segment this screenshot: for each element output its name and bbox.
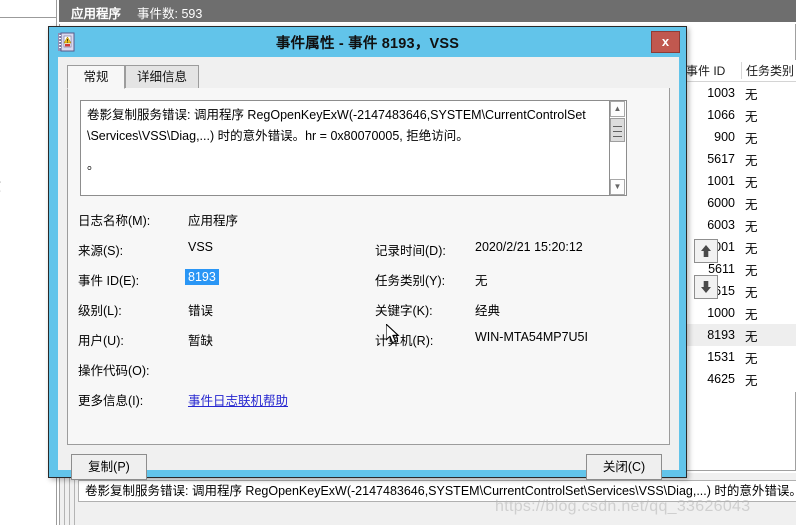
previous-event-button[interactable] xyxy=(694,239,718,263)
event-log-online-help-link[interactable]: 事件日志联机帮助 xyxy=(188,390,288,409)
cell-event-id: 6000 xyxy=(707,196,735,210)
cell-event-id: 1001 xyxy=(707,174,735,188)
table-row[interactable]: 1000 无 xyxy=(682,302,796,324)
field-value-log-name: 应用程序 xyxy=(188,214,239,228)
cell-event-id: 1531 xyxy=(707,350,735,364)
cell-task-category: 无 xyxy=(745,307,758,322)
column-header-row: 事件 ID 任务类别 xyxy=(682,60,796,82)
scrollbar-thumb[interactable] xyxy=(610,118,625,142)
dialog-body: 常规 详细信息 卷影复制服务错误: 调用程序 RegOpenKeyExW(-21… xyxy=(58,57,679,480)
field-value-source: VSS xyxy=(188,240,214,254)
table-row[interactable]: 1531 无 xyxy=(682,346,796,368)
table-row[interactable]: 5617 无 xyxy=(682,148,796,170)
field-value-level: 错误 xyxy=(188,304,214,318)
field-value-logged: 2020/2/21 15:20:12 xyxy=(475,240,583,254)
table-row[interactable]: 1066 无 xyxy=(682,104,796,126)
cell-task-category: 无 xyxy=(745,131,758,146)
table-row[interactable]: 900 无 xyxy=(682,126,796,148)
field-label-more-info: 更多信息(I): xyxy=(78,394,144,408)
message-line-2: \Services\VSS\Diag,...) 时的意外错误。hr = 0x80… xyxy=(87,129,469,143)
preview-pane: 卷影复制服务错误: 调用程序 RegOpenKeyExW(-2147483646… xyxy=(59,473,796,525)
scroll-up-icon[interactable]: ▲ xyxy=(610,101,625,117)
cell-task-category: 无 xyxy=(745,153,758,168)
event-properties-dialog: 事件属性 - 事件 8193，VSS x 常规 详细信息 卷影复制服务错误: 调… xyxy=(48,26,718,480)
list-header-bar: 应用程序 事件数: 593 xyxy=(59,0,796,22)
close-icon[interactable]: x xyxy=(651,31,680,53)
field-label-source: 来源(S): xyxy=(78,244,124,258)
event-message-box[interactable]: 卷影复制服务错误: 调用程序 RegOpenKeyExW(-2147483646… xyxy=(80,100,610,196)
cell-task-category: 无 xyxy=(745,373,758,388)
field-label-computer: 计算机(R): xyxy=(375,334,434,348)
table-row[interactable]: 6000 无 xyxy=(682,192,796,214)
table-row[interactable]: 1003 无 xyxy=(682,82,796,104)
field-value-computer: WIN-MTA54MP7U5I xyxy=(475,330,588,344)
preview-text: 卷影复制服务错误: 调用程序 RegOpenKeyExW(-2147483646… xyxy=(78,480,796,502)
tabstrip: 常规 详细信息 xyxy=(67,65,670,89)
cell-event-id: 4625 xyxy=(707,372,735,386)
cell-task-category: 无 xyxy=(745,263,758,278)
tab-general[interactable]: 常规 xyxy=(67,65,125,89)
pane-divider-3 xyxy=(74,473,75,525)
field-label-level: 级别(L): xyxy=(78,304,122,318)
cell-task-category: 无 xyxy=(745,219,758,234)
field-label-user: 用户(U): xyxy=(78,334,124,348)
cell-event-id: 5617 xyxy=(707,152,735,166)
dialog-titlebar[interactable]: 事件属性 - 事件 8193，VSS x xyxy=(49,27,686,57)
dialog-title: 事件属性 - 事件 8193，VSS xyxy=(275,36,460,52)
cell-event-id: 1066 xyxy=(707,108,735,122)
cell-task-category: 无 xyxy=(745,351,758,366)
event-list-columns[interactable]: 事件 ID 任务类别 1003 无 1066 无 900 无 5617 无 1001 无 6000 无… xyxy=(682,60,796,392)
cell-event-id: 1000 xyxy=(707,306,735,320)
cell-event-id: 5611 xyxy=(708,262,735,276)
message-line-1: 卷影复制服务错误: 调用程序 RegOpenKeyExW(-2147483646… xyxy=(87,108,586,122)
cell-event-id: 1003 xyxy=(707,86,735,100)
tab-panel-general: 卷影复制服务错误: 调用程序 RegOpenKeyExW(-2147483646… xyxy=(67,88,670,445)
next-event-button[interactable] xyxy=(694,275,718,299)
field-label-event-id: 事件 ID(E): xyxy=(78,274,140,288)
message-line-3: 。 xyxy=(87,158,100,172)
table-row[interactable]: 6003 无 xyxy=(682,214,796,236)
tree-node-label-partial[interactable]: 志 xyxy=(0,176,1,195)
arrow-up-icon xyxy=(701,245,711,257)
field-label-logged: 记录时间(D): xyxy=(375,244,446,258)
cell-task-category: 无 xyxy=(745,241,758,256)
scroll-down-icon[interactable]: ▼ xyxy=(610,179,625,195)
table-row[interactable]: 8193 无 xyxy=(682,324,796,346)
event-rows: 1003 无 1066 无 900 无 5617 无 1001 无 6000 无 6003 无 1001 无 5… xyxy=(682,82,796,390)
left-panel-top xyxy=(0,0,57,18)
cell-task-category: 无 xyxy=(745,175,758,190)
table-row[interactable]: 4625 无 xyxy=(682,368,796,390)
close-button[interactable]: 关闭(C) xyxy=(586,454,662,480)
cell-task-category: 无 xyxy=(745,329,758,344)
column-header-event-id[interactable]: 事件 ID xyxy=(682,62,742,79)
cell-task-category: 无 xyxy=(745,197,758,212)
arrow-down-icon xyxy=(701,281,711,293)
copy-button[interactable]: 复制(P) xyxy=(71,454,147,480)
field-value-keywords: 经典 xyxy=(475,304,501,318)
field-value-task-category: 无 xyxy=(475,274,488,288)
table-row[interactable]: 1001 无 xyxy=(682,170,796,192)
pane-divider-1 xyxy=(64,473,65,525)
tab-details[interactable]: 详细信息 xyxy=(125,65,199,89)
cell-task-category: 无 xyxy=(745,285,758,300)
column-header-task-category[interactable]: 任务类别 xyxy=(742,62,796,79)
cell-task-category: 无 xyxy=(745,109,758,124)
cell-event-id: 900 xyxy=(714,130,735,144)
cell-event-id: 8193 xyxy=(707,328,735,342)
log-name-title: 应用程序 xyxy=(71,7,122,21)
field-value-event-id[interactable]: 8193 xyxy=(185,269,219,285)
event-field-grid: 日志名称(M): 应用程序 来源(S): VSS 事件 ID(E): 8193 … xyxy=(78,210,658,410)
field-label-log-name: 日志名称(M): xyxy=(78,214,151,228)
pane-divider-2 xyxy=(69,473,70,525)
cell-task-category: 无 xyxy=(745,87,758,102)
field-label-keywords: 关键字(K): xyxy=(375,304,433,318)
field-value-user: 暂缺 xyxy=(188,334,214,348)
message-scrollbar[interactable]: ▲ ▼ xyxy=(610,100,627,196)
field-label-opcode: 操作代码(O): xyxy=(78,364,150,378)
cell-event-id: 6003 xyxy=(707,218,735,232)
field-label-task-category: 任务类别(Y): xyxy=(375,274,446,288)
event-count-label: 事件数: 593 xyxy=(137,7,203,21)
